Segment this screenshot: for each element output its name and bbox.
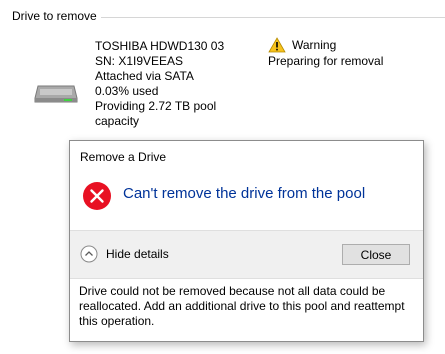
dialog-title: Remove a Drive [80,150,167,164]
warning-icon [268,37,286,53]
hide-details-toggle[interactable]: Hide details [80,245,169,263]
drive-usage: 0.03% used [95,84,159,98]
drive-serial: SN: X1I9VEEAS [95,54,184,68]
drive-capacity: Providing 2.72 TB pool capacity [95,99,217,128]
section-divider [100,17,445,18]
details-text: Drive could not be removed because not a… [79,284,405,328]
status-label: Warning [292,37,337,52]
drive-status: Warning Preparing for removal [268,37,383,69]
error-icon [83,182,111,210]
hide-details-label: Hide details [106,247,169,261]
drive-info: TOSHIBA HDWD130 03 SN: X1I9VEEAS Attache… [95,39,235,129]
close-button[interactable]: Close [342,244,410,265]
remove-drive-dialog: Remove a Drive Can't remove the drive fr… [69,140,424,342]
chevron-up-icon [80,245,98,263]
status-detail: Preparing for removal [268,54,384,68]
dialog-footer: Hide details Close [70,230,423,279]
section-title: Drive to remove [12,9,101,23]
drive-model: TOSHIBA HDWD130 03 [95,39,225,53]
drive-connection: Attached via SATA [95,69,194,83]
main-instruction: Can't remove the drive from the pool [123,185,366,202]
hard-drive-icon [34,85,78,103]
